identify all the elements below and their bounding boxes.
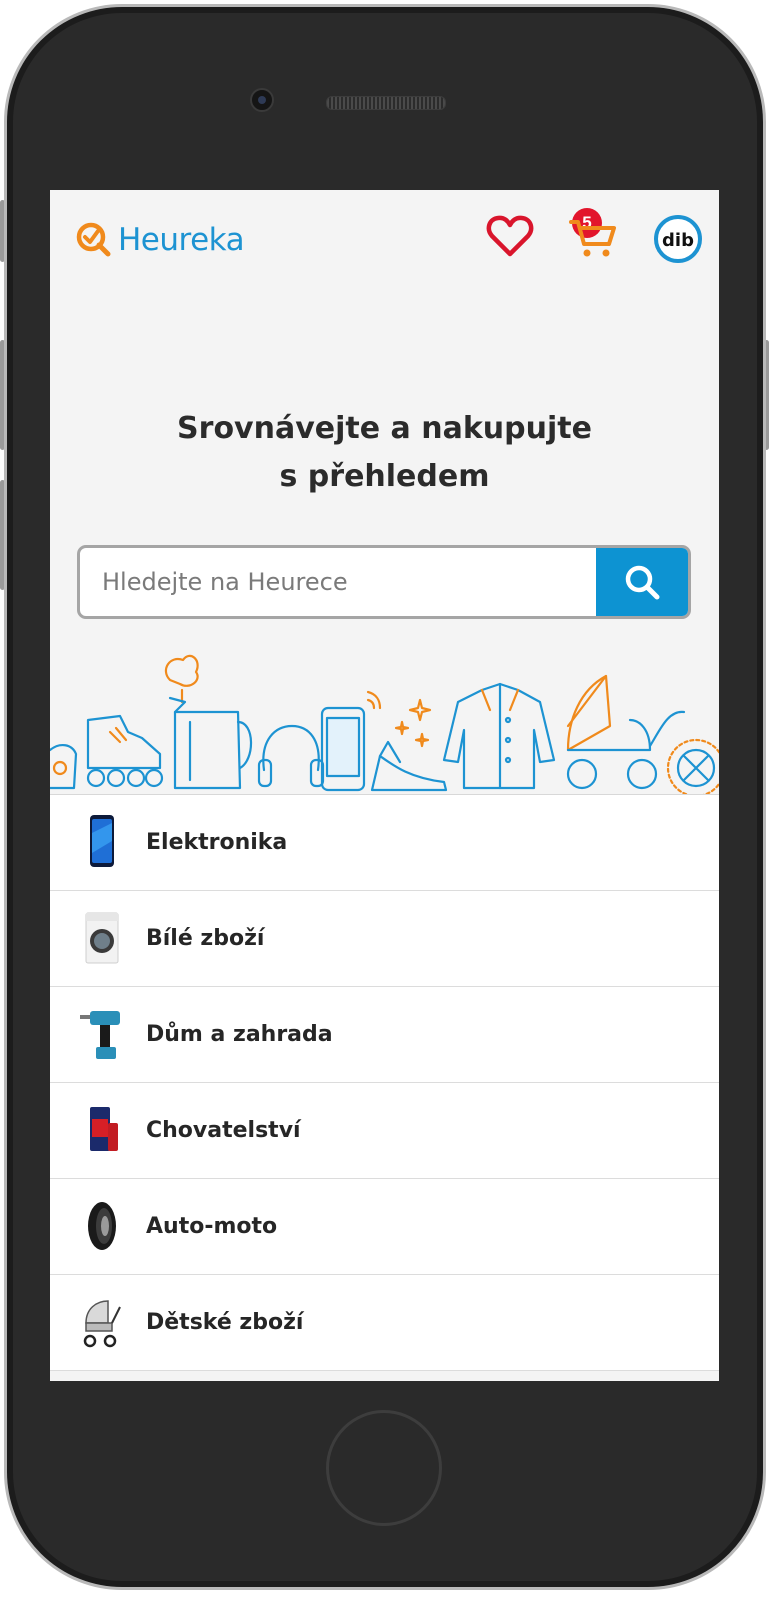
jacket-illustration xyxy=(442,682,556,790)
avatar: dib xyxy=(654,215,702,263)
hero-title-line-1: Srovnávejte a nakupujte xyxy=(177,411,592,446)
search-input[interactable] xyxy=(80,548,600,616)
tire-icon xyxy=(88,1202,116,1250)
smartphone-icon xyxy=(90,815,114,867)
hero-title-line-2: s přehledem xyxy=(279,459,490,494)
washing-machine-icon xyxy=(85,912,119,964)
category-item-elektronika[interactable]: Elektronika xyxy=(50,795,719,891)
heureka-logo[interactable]: Heureka xyxy=(76,220,245,260)
category-item-auto-moto[interactable]: Auto-moto xyxy=(50,1179,719,1275)
search-bar xyxy=(77,545,691,619)
rollerblade-illustration xyxy=(86,714,164,788)
category-label: Elektronika xyxy=(146,830,288,855)
earpiece-speaker xyxy=(326,96,446,110)
category-label: Auto-moto xyxy=(146,1214,278,1239)
high-heel-illustration xyxy=(370,698,448,792)
pet-food-bag-icon xyxy=(90,1107,118,1151)
cart-button[interactable] xyxy=(569,216,619,262)
app-screen: Heureka 5 dib Srovnávejte a nakupujte s … xyxy=(50,190,719,1381)
category-item-detske-zbozi[interactable]: Dětské zboží xyxy=(50,1275,719,1371)
category-label: Bílé zboží xyxy=(146,926,265,951)
heureka-check-icon xyxy=(76,222,111,257)
logo-text: Heureka xyxy=(118,222,245,258)
user-avatar-button[interactable]: dib xyxy=(653,214,703,264)
products-illustration xyxy=(50,654,719,795)
heart-icon xyxy=(486,215,534,257)
app-header: Heureka 5 dib xyxy=(50,190,719,290)
stroller-icon xyxy=(83,1300,121,1348)
search-button[interactable] xyxy=(596,548,688,616)
avatar-initials: dib xyxy=(662,230,694,251)
category-item-bile-zbozi[interactable]: Bílé zboží xyxy=(50,891,719,987)
category-item-chovatelstvi[interactable]: Chovatelství xyxy=(50,1083,719,1179)
home-button[interactable] xyxy=(326,1410,442,1526)
stroller-illustration xyxy=(566,674,686,790)
tire-illustration xyxy=(666,738,719,795)
cart-icon xyxy=(569,220,616,257)
category-label: Dětské zboží xyxy=(146,1310,304,1335)
category-label: Dům a zahrada xyxy=(146,1022,333,1047)
bowl-illustration xyxy=(50,744,78,790)
headphones-illustration xyxy=(257,724,325,788)
search-icon xyxy=(625,565,660,600)
phone-illustration xyxy=(320,690,382,792)
front-camera xyxy=(250,88,274,112)
category-list: Elektronika Bílé zboží Dům a zahrada Cho… xyxy=(50,794,719,1371)
category-label: Chovatelství xyxy=(146,1118,301,1143)
kettle-illustration xyxy=(164,654,253,790)
hero-title: Srovnávejte a nakupujte s přehledem xyxy=(50,405,719,501)
category-item-dum-a-zahrada[interactable]: Dům a zahrada xyxy=(50,987,719,1083)
drill-icon xyxy=(80,1011,120,1059)
wishlist-button[interactable] xyxy=(486,214,536,260)
